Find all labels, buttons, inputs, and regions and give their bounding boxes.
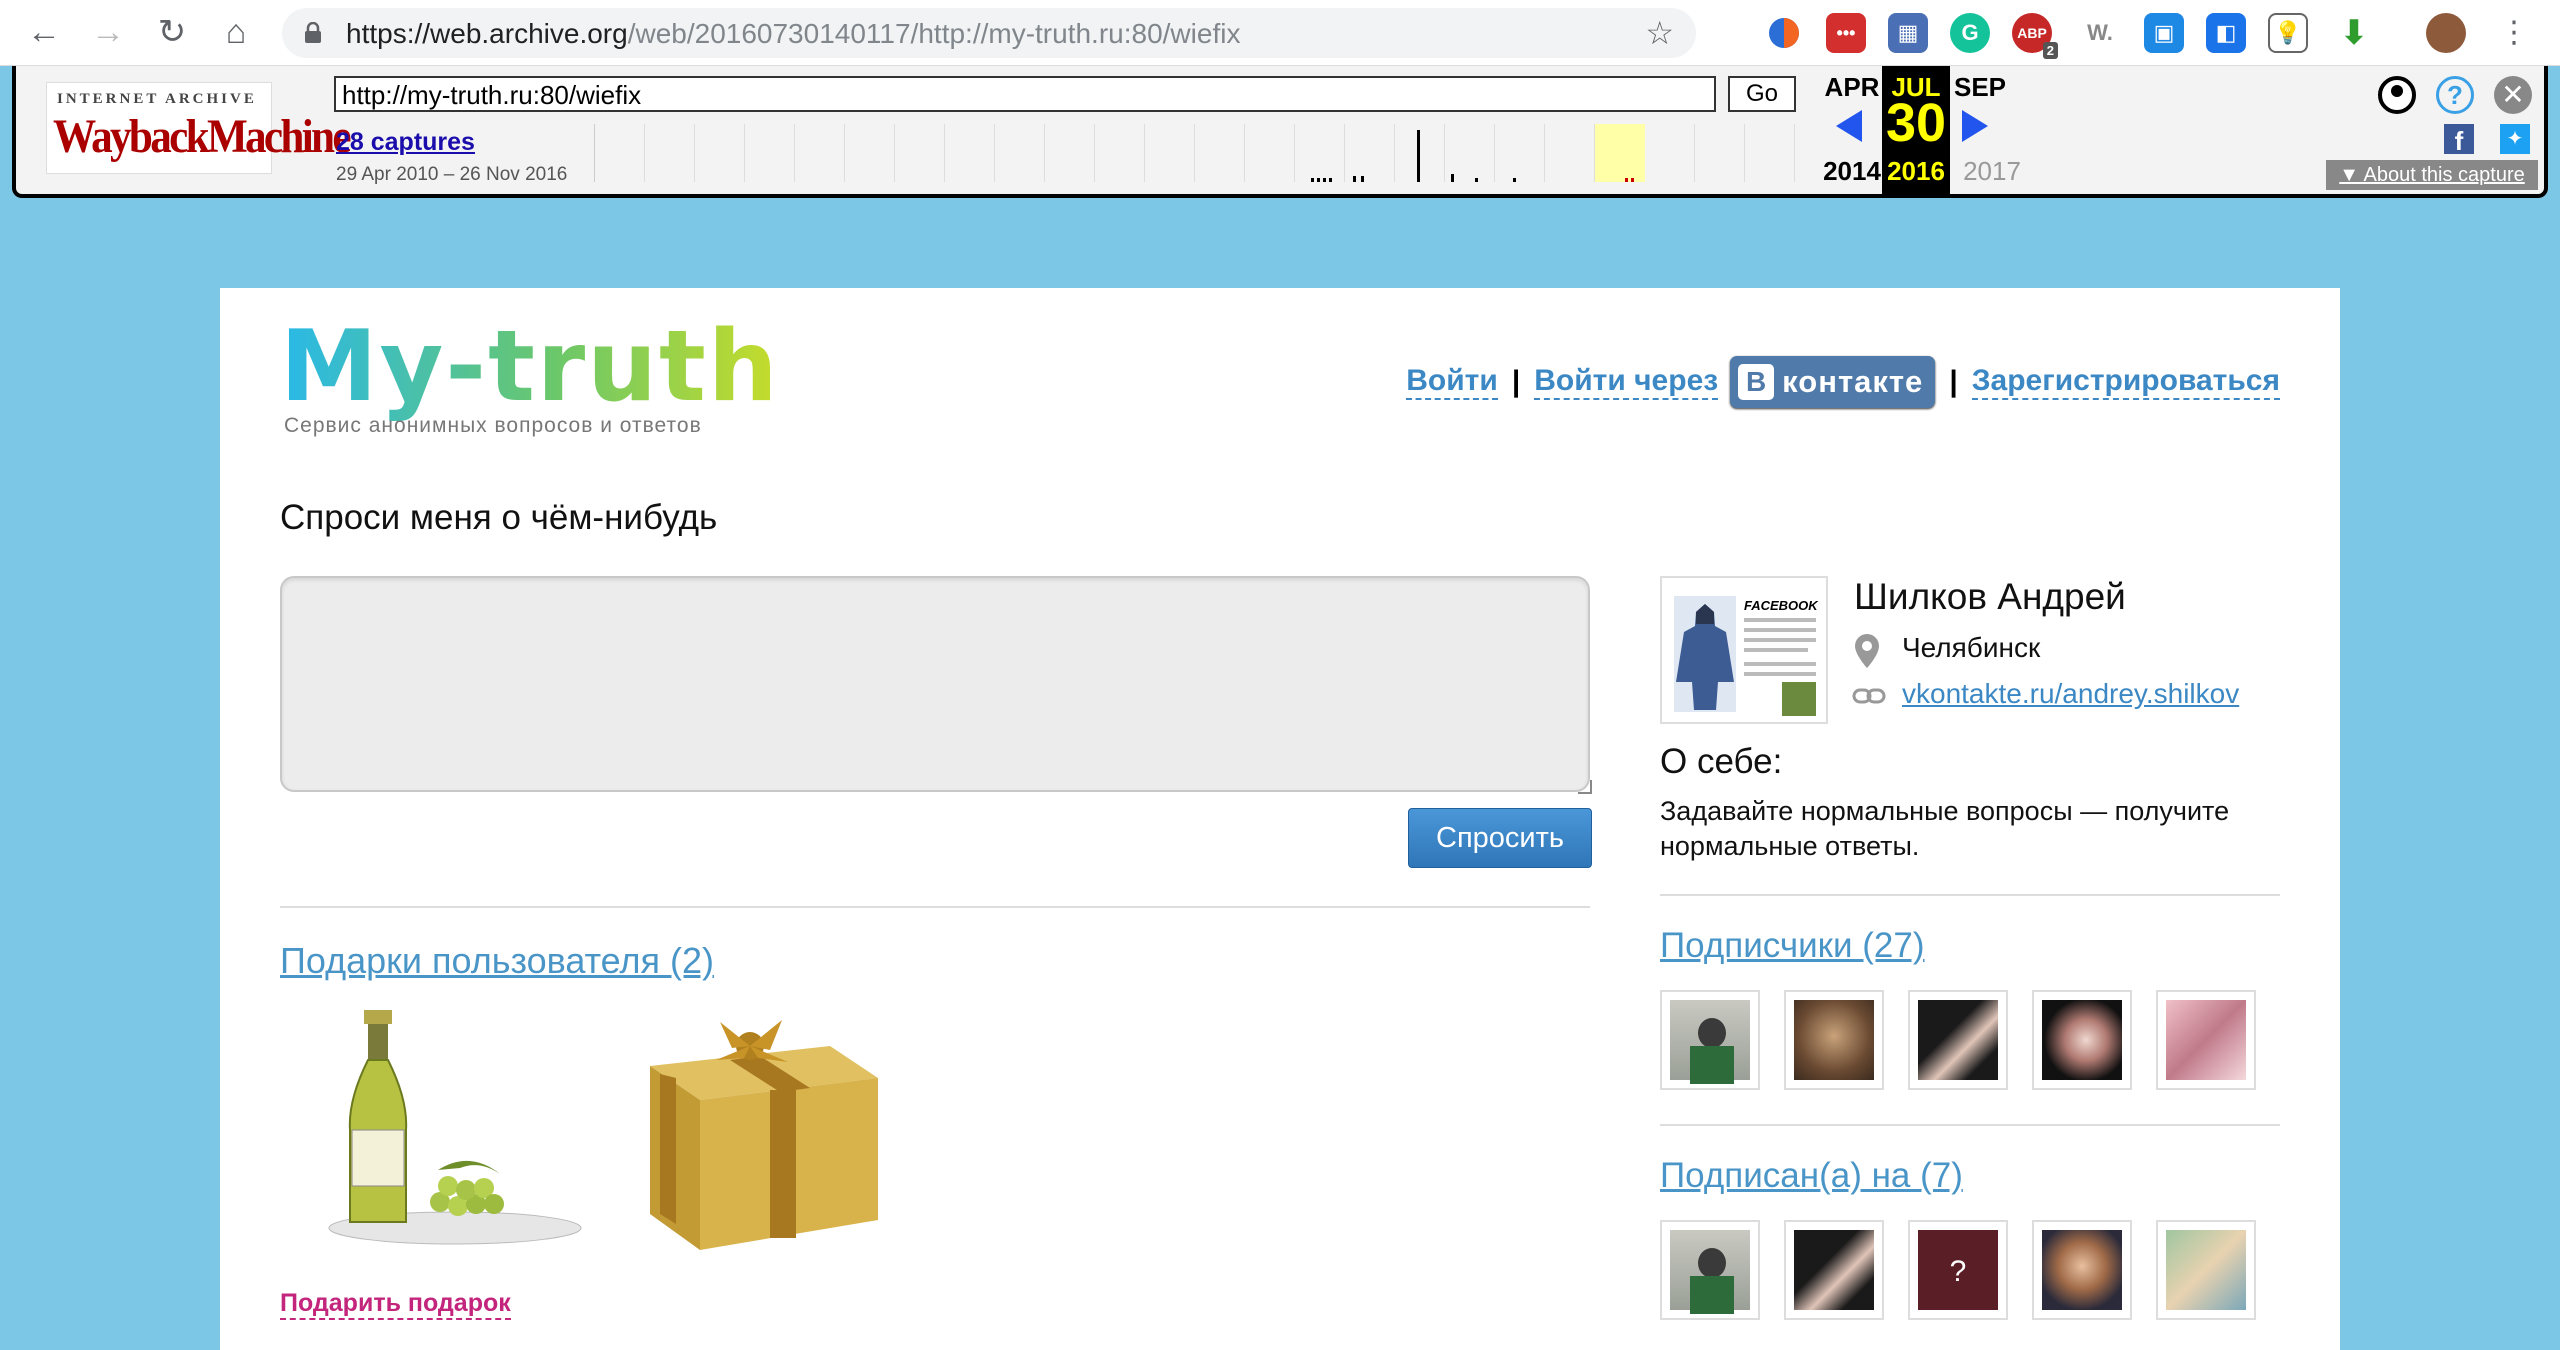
- twitter-share-icon[interactable]: ✦: [2500, 124, 2530, 154]
- reload-icon[interactable]: ↻: [150, 10, 194, 54]
- forward-arrow-icon[interactable]: →: [86, 10, 130, 54]
- resize-handle-icon[interactable]: [1578, 780, 1592, 794]
- wayback-account-icon[interactable]: [2378, 76, 2416, 114]
- wine-gift-image[interactable]: [320, 1010, 590, 1250]
- separator: |: [1949, 365, 1958, 398]
- vk-logo-icon: В: [1738, 364, 1775, 400]
- following-avatar[interactable]: [1784, 1220, 1884, 1320]
- wayback-url-input[interactable]: http://my-truth.ru:80/wiefix: [334, 76, 1716, 112]
- site-page: My-truth Сервис анонимных вопросов и отв…: [220, 288, 2340, 1350]
- site-tagline: Сервис анонимных вопросов и ответов: [284, 414, 702, 437]
- extension-reader-icon[interactable]: ◧: [2206, 13, 2246, 53]
- facebook-share-icon[interactable]: f: [2444, 124, 2474, 156]
- divider: [1660, 894, 2280, 896]
- auth-links: Войти | Войти через Вконтакте | Зарегист…: [1406, 356, 2280, 408]
- profile-city: Челябинск: [1902, 632, 2041, 663]
- vkontakte-button[interactable]: Вконтакте: [1730, 356, 1936, 408]
- site-logo[interactable]: My-truth: [280, 310, 780, 424]
- lock-icon: [305, 22, 321, 43]
- download-arrow-icon[interactable]: ⬇: [2334, 13, 2374, 53]
- divider: [1660, 1124, 2280, 1126]
- adblock-icon[interactable]: ABP 2: [2012, 13, 2058, 59]
- wayback-help-icon[interactable]: ?: [2436, 76, 2474, 114]
- wayback-next-arrow-icon[interactable]: [1962, 110, 1988, 142]
- grammarly-icon[interactable]: G: [1950, 13, 1990, 53]
- extension-flag-icon[interactable]: ▦: [1888, 13, 1928, 53]
- wayback-date-range: 29 Apr 2010 – 26 Nov 2016: [336, 164, 568, 185]
- profile-name: Шилков Андрей: [1854, 576, 2126, 617]
- extension-window-icon[interactable]: ▣: [2144, 13, 2184, 53]
- browser-toolbar: ← → ↻ ⌂ https://web.archive.org/web/2016…: [0, 0, 2560, 66]
- gifts-heading[interactable]: Подарки пользователя (2): [280, 940, 714, 982]
- ask-heading: Спроси меня о чём-нибудь: [280, 498, 718, 537]
- follower-avatar[interactable]: [1908, 990, 2008, 1090]
- following-avatar[interactable]: [1660, 1220, 1760, 1320]
- separator: |: [1511, 365, 1521, 398]
- location-pin-icon: [1855, 634, 1879, 668]
- avatar-caption: FACEBOOK: [1744, 598, 1819, 613]
- follower-avatar[interactable]: [1660, 990, 1760, 1090]
- unknown-avatar-icon: ?: [1918, 1230, 1998, 1310]
- wayback-logo[interactable]: INTERNET ARCHIVE WaybackMachine: [46, 82, 352, 174]
- wayback-close-icon[interactable]: ✕: [2494, 76, 2532, 114]
- login-link[interactable]: Войти: [1406, 364, 1498, 400]
- extension-half-circle-icon[interactable]: [1764, 13, 1804, 53]
- follower-avatar[interactable]: [2156, 990, 2256, 1090]
- address-bar[interactable]: https://web.archive.org/web/201607301401…: [282, 8, 1696, 58]
- wayback-about-capture[interactable]: ▼ About this capture: [2326, 160, 2538, 190]
- wayback-logo-top: INTERNET ARCHIVE: [57, 91, 257, 107]
- wayback-toolbar: INTERNET ARCHIVE WaybackMachine http://m…: [12, 66, 2548, 198]
- follower-avatar[interactable]: [2032, 990, 2132, 1090]
- gift-box-image[interactable]: [620, 1008, 890, 1258]
- about-text: Задавайте нормальные вопросы — получите …: [1660, 796, 2230, 861]
- ask-button[interactable]: Спросить: [1408, 808, 1592, 868]
- extension-dots-icon[interactable]: •••: [1826, 13, 1866, 53]
- divider: [280, 906, 1590, 908]
- following-avatar[interactable]: ?: [1908, 1220, 2008, 1320]
- following-heading[interactable]: Подписан(а) на (7): [1660, 1156, 1963, 1196]
- profile-vk-link[interactable]: vkontakte.ru/andrey.shilkov: [1902, 678, 2239, 710]
- wayback-next-year: 2017: [1963, 156, 2021, 186]
- wayback-captures-link[interactable]: 28 captures: [336, 128, 475, 157]
- user-avatar-icon[interactable]: [2426, 13, 2466, 53]
- extension-w-icon[interactable]: W.: [2080, 13, 2120, 53]
- about-heading: О себе:: [1660, 742, 1783, 781]
- home-icon[interactable]: ⌂: [214, 10, 258, 54]
- give-gift-link[interactable]: Подарить подарок: [280, 1288, 511, 1320]
- wayback-prev-arrow-icon[interactable]: [1836, 110, 1862, 142]
- link-chain-icon: [1852, 688, 1886, 704]
- address-url: https://web.archive.org/web/201607301401…: [346, 18, 1241, 49]
- bookmark-star-icon[interactable]: ☆: [1645, 14, 1674, 52]
- wayback-logo-main: WaybackMachine: [53, 110, 352, 163]
- following-avatar[interactable]: [2156, 1220, 2256, 1320]
- back-arrow-icon[interactable]: ←: [22, 10, 66, 54]
- about-capture-label: About this capture: [2363, 164, 2525, 186]
- wayback-current-year: 2016: [1887, 156, 1945, 186]
- following-avatar[interactable]: [2032, 1220, 2132, 1320]
- followers-heading[interactable]: Подписчики (27): [1660, 926, 1925, 966]
- register-link[interactable]: Зарегистрироваться: [1971, 364, 2280, 400]
- profile-avatar[interactable]: FACEBOOK: [1660, 576, 1828, 724]
- question-textarea[interactable]: [280, 576, 1592, 794]
- adblock-badge: 2: [2042, 42, 2058, 59]
- extension-bulb-icon[interactable]: 💡: [2268, 13, 2308, 53]
- login-via-link[interactable]: Войти через: [1534, 364, 1719, 400]
- wayback-sparkline[interactable]: [594, 124, 1795, 182]
- follower-avatar[interactable]: [1784, 990, 1884, 1090]
- wayback-next-month: SEP: [1953, 72, 2007, 102]
- vk-label: контакте: [1782, 364, 1924, 399]
- wayback-go-button[interactable]: Go: [1728, 76, 1796, 112]
- browser-menu-icon[interactable]: ⋮: [2492, 10, 2536, 54]
